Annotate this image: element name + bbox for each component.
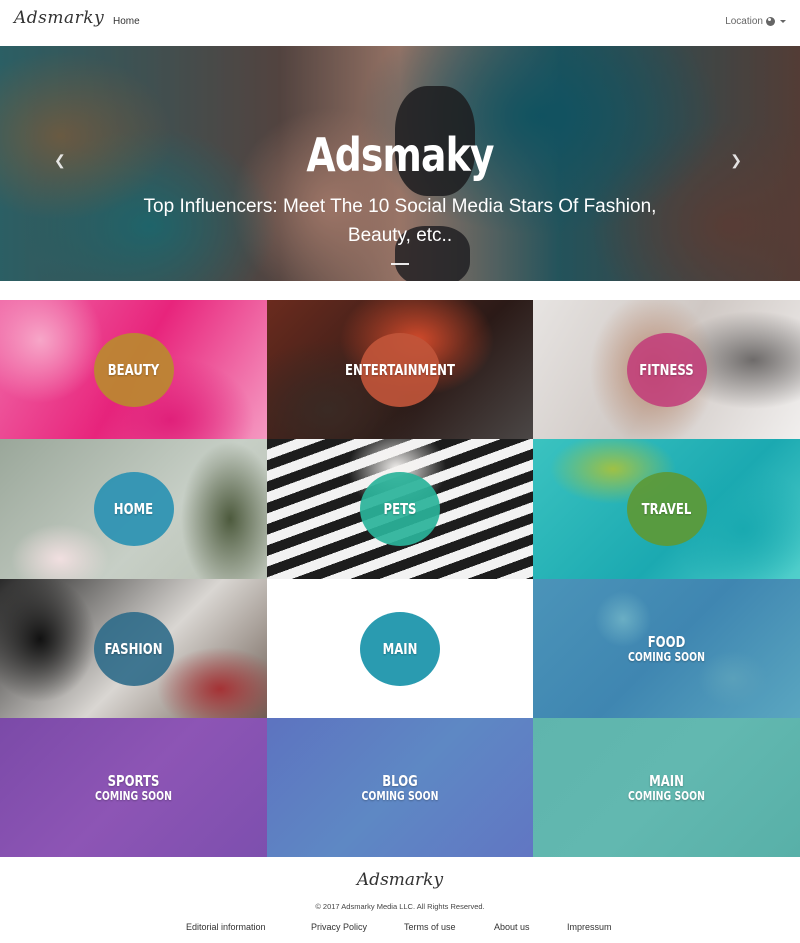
tile-label: HOME: [29, 501, 237, 517]
hero-subtitle: Top Influencers: Meet The 10 Social Medi…: [143, 196, 657, 246]
tile-entertainment[interactable]: ENTERTAINMENT: [267, 300, 533, 439]
tile-label: FASHION: [29, 641, 237, 657]
footer-link-editorial[interactable]: Editorial information: [186, 922, 266, 932]
tile-label: BEAUTY: [29, 362, 237, 378]
tile-title: BEAUTY: [107, 360, 160, 379]
location-label: Location: [725, 16, 763, 27]
footer-link-terms[interactable]: Terms of use: [404, 922, 456, 932]
chevron-right-icon[interactable]: ❯: [730, 152, 742, 169]
carousel-indicator[interactable]: [391, 263, 409, 265]
tile-sports[interactable]: SPORTS COMING SOON: [0, 718, 267, 857]
tile-coming-soon: COMING SOON: [361, 788, 439, 803]
tile-title: FOOD: [647, 632, 686, 651]
tile-label: FOOD COMING SOON: [562, 634, 770, 664]
tile-title: TRAVEL: [641, 500, 692, 518]
footer-link-privacy[interactable]: Privacy Policy: [311, 922, 367, 932]
tile-title: FASHION: [104, 639, 163, 658]
tile-label: SPORTS COMING SOON: [29, 773, 237, 803]
tile-travel[interactable]: TRAVEL: [533, 439, 800, 579]
location-dropdown[interactable]: Location: [725, 16, 786, 27]
hero-title: Adsmaky: [306, 128, 494, 182]
tile-beauty[interactable]: BEAUTY: [0, 300, 267, 439]
tile-title: FITNESS: [639, 360, 694, 379]
tile-title: MAIN: [649, 771, 684, 790]
footer-brand-logo[interactable]: Adsmarky: [0, 870, 800, 890]
footer-links: Editorial information Privacy Policy Ter…: [0, 922, 800, 936]
tile-title: MAIN: [382, 639, 418, 658]
tile-food[interactable]: FOOD COMING SOON: [533, 579, 800, 718]
tile-pets[interactable]: PETS: [267, 439, 533, 579]
tile-fashion[interactable]: FASHION: [0, 579, 267, 718]
caret-down-icon: [780, 20, 786, 23]
tile-title: BLOG: [382, 771, 418, 790]
footer-link-impressum[interactable]: Impressum: [567, 922, 612, 932]
nav-home-link[interactable]: Home: [113, 16, 140, 27]
tile-coming-soon: COMING SOON: [95, 788, 172, 803]
tile-blog[interactable]: BLOG COMING SOON: [267, 718, 533, 857]
chevron-left-icon[interactable]: ❮: [54, 152, 66, 169]
footer-link-about[interactable]: About us: [494, 922, 530, 932]
tile-coming-soon: COMING SOON: [628, 649, 705, 664]
tile-label: TRAVEL: [562, 501, 770, 517]
tile-title: SPORTS: [107, 771, 160, 790]
tile-title: PETS: [383, 500, 417, 518]
category-grid: BEAUTY ENTERTAINMENT FITNESS HOME PETS T…: [0, 300, 800, 857]
tile-title: ENTERTAINMENT: [345, 360, 455, 379]
tile-label: BLOG COMING SOON: [296, 773, 503, 803]
navbar: Adsmarky Home Location: [0, 0, 800, 46]
brand-logo[interactable]: Adsmarky: [14, 8, 104, 28]
tile-label: MAIN: [296, 641, 503, 657]
tile-home[interactable]: HOME: [0, 439, 267, 579]
tile-fitness[interactable]: FITNESS: [533, 300, 800, 439]
tile-label: PETS: [296, 501, 503, 517]
tile-coming-soon: COMING SOON: [628, 788, 705, 803]
tile-title: HOME: [113, 500, 154, 518]
hero-carousel: Adsmaky Top Influencers: Meet The 10 Soc…: [0, 46, 800, 281]
copyright-text: © 2017 Adsmarky Media LLC. All Rights Re…: [315, 902, 485, 911]
tile-label: ENTERTAINMENT: [296, 362, 503, 378]
tile-main[interactable]: MAIN: [267, 579, 533, 718]
tile-label: FITNESS: [562, 362, 770, 378]
tile-main-coming-soon[interactable]: MAIN COMING SOON: [533, 718, 800, 857]
tile-label: MAIN COMING SOON: [562, 773, 770, 803]
globe-icon: [766, 17, 775, 26]
